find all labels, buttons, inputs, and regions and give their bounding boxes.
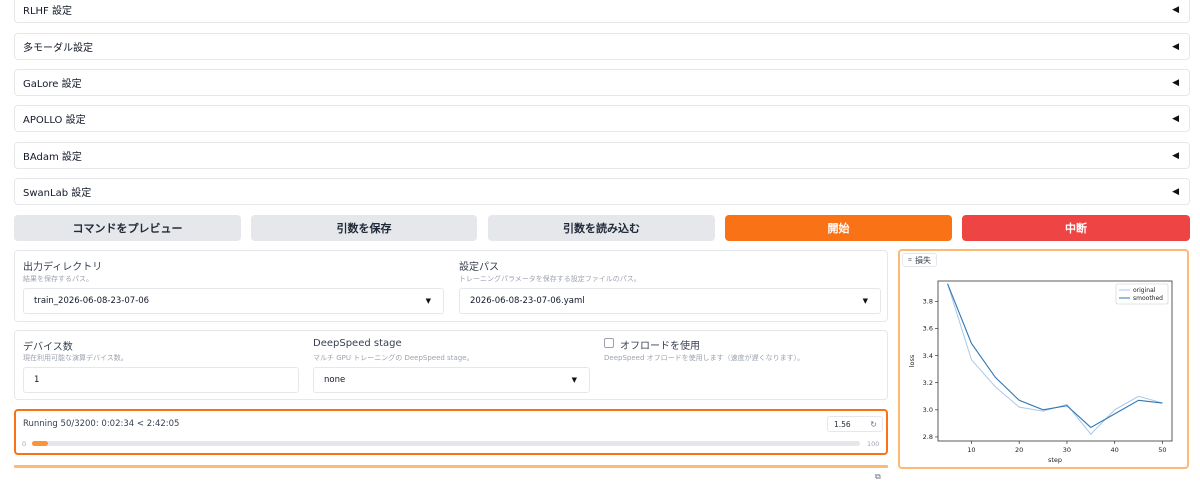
accordion-rlhf[interactable]: RLHF 設定 ◀: [14, 0, 1190, 23]
collapse-arrow-icon: ◀: [1172, 186, 1179, 197]
collapse-arrow-icon: ◀: [1172, 113, 1179, 124]
y-tick-label: 3.8: [923, 298, 933, 306]
chart-tab[interactable]: ⌗ 損失: [902, 253, 937, 267]
log-box-top-border: [14, 465, 888, 468]
accordion-label: GaLore 設定: [23, 79, 82, 90]
preview-command-button[interactable]: コマンドをプレビュー: [14, 215, 241, 241]
slider-max-label: 100: [867, 440, 880, 448]
abort-button[interactable]: 中断: [962, 215, 1190, 241]
output-dir-value: train_2026-06-08-23-07-06: [34, 296, 150, 306]
y-axis-label: loss: [908, 354, 916, 367]
accordion-swanlab[interactable]: SwanLab 設定 ◀: [14, 178, 1190, 205]
deepspeed-stage-hint: マルチ GPU トレーニングの DeepSpeed stage。: [313, 354, 474, 362]
copy-icon[interactable]: ⧉: [875, 472, 881, 482]
device-count-label: デバイス数: [23, 342, 73, 353]
x-axis-label: step: [1048, 456, 1062, 464]
device-settings-panel: デバイス数 現在利用可能な演算デバイス数。 1 DeepSpeed stage …: [14, 330, 888, 400]
chart-tab-label: 損失: [914, 255, 931, 265]
output-dir-dropdown[interactable]: train_2026-06-08-23-07-06 ▼: [23, 288, 444, 314]
config-path-hint: トレーニングパラメータを保存する設定ファイルのパス。: [459, 275, 641, 283]
progress-value: 1.56: [834, 419, 851, 429]
config-path-dropdown[interactable]: 2026-06-08-23-07-06.yaml ▼: [459, 288, 881, 314]
accordion-label: APOLLO 設定: [23, 115, 86, 126]
config-path-value: 2026-06-08-23-07-06.yaml: [470, 296, 585, 306]
collapse-arrow-icon: ◀: [1172, 4, 1179, 15]
dropdown-caret-icon: ▼: [571, 376, 577, 384]
collapse-arrow-icon: ◀: [1172, 150, 1179, 161]
x-tick-label: 50: [1158, 446, 1166, 454]
output-settings-panel: 出力ディレクトリ 結果を保存するパス。 train_2026-06-08-23-…: [14, 250, 888, 322]
series-line-smoothed: [947, 283, 1163, 429]
offload-label: オフロードを使用: [620, 341, 700, 352]
accordion-galore[interactable]: GaLore 設定 ◀: [14, 69, 1190, 96]
save-args-button[interactable]: 引数を保存: [251, 215, 477, 241]
progress-slider-track[interactable]: [32, 441, 860, 446]
reset-icon[interactable]: ↻: [870, 420, 877, 429]
offload-checkbox[interactable]: [604, 338, 614, 348]
start-button[interactable]: 開始: [725, 215, 952, 241]
x-tick-label: 40: [1111, 446, 1119, 454]
y-tick-label: 3.6: [923, 325, 933, 333]
accordion-apollo[interactable]: APOLLO 設定 ◀: [14, 105, 1190, 132]
line-chart-icon: ⌗: [908, 255, 912, 264]
progress-status-text: Running 50/3200: 0:02:34 < 2:42:05: [23, 419, 180, 429]
device-count-input[interactable]: 1: [23, 367, 299, 393]
dropdown-caret-icon: ▼: [862, 297, 868, 305]
loss-chart: 10 20 30 40 50 2.8 3.0 3.2 3.4 3.6 3.8 step loss orig…: [908, 280, 1173, 464]
progress-slider-fill: [32, 441, 48, 446]
load-args-button[interactable]: 引数を読み込む: [488, 215, 715, 241]
config-path-label: 設定パス: [459, 262, 499, 273]
deepspeed-stage-label: DeepSpeed stage: [313, 338, 402, 349]
output-dir-label: 出力ディレクトリ: [23, 262, 103, 273]
accordion-label: RLHF 設定: [23, 6, 72, 17]
legend-label: smoothed: [1133, 295, 1163, 302]
y-tick-label: 2.8: [923, 433, 933, 441]
device-count-value: 1: [34, 375, 40, 385]
accordion-label: SwanLab 設定: [23, 188, 92, 199]
collapse-arrow-icon: ◀: [1172, 77, 1179, 88]
progress-value-input[interactable]: 1.56 ↻: [827, 416, 883, 432]
accordion-badam[interactable]: BAdam 設定 ◀: [14, 142, 1190, 169]
y-tick-label: 3.4: [923, 352, 933, 360]
loss-chart-panel: ⌗ 損失 10 20 30 40 50 2.8 3.0 3.2 3.4 3.6 3.8 step los…: [898, 249, 1189, 469]
x-tick-label: 10: [967, 446, 975, 454]
slider-min-label: 0: [22, 440, 27, 448]
offload-hint: DeepSpeed オフロードを使用します（速度が遅くなります）。: [604, 354, 805, 362]
dropdown-caret-icon: ▼: [425, 297, 431, 305]
y-tick-label: 3.0: [923, 406, 933, 414]
y-tick-label: 3.2: [923, 379, 933, 387]
x-tick-label: 30: [1063, 446, 1071, 454]
deepspeed-stage-value: none: [324, 375, 346, 385]
series-line-original: [947, 283, 1163, 435]
legend-label: original: [1133, 287, 1156, 294]
accordion-multimodal[interactable]: 多モーダル設定 ◀: [14, 33, 1190, 60]
accordion-label: BAdam 設定: [23, 152, 82, 163]
output-dir-hint: 結果を保存するパス。: [23, 275, 93, 283]
deepspeed-stage-dropdown[interactable]: none ▼: [313, 367, 590, 393]
device-count-hint: 現在利用可能な演算デバイス数。: [23, 354, 128, 362]
training-progress-box: Running 50/3200: 0:02:34 < 2:42:05 1.56 …: [14, 409, 888, 455]
collapse-arrow-icon: ◀: [1172, 41, 1179, 52]
accordion-label: 多モーダル設定: [23, 43, 93, 54]
x-tick-label: 20: [1015, 446, 1023, 454]
